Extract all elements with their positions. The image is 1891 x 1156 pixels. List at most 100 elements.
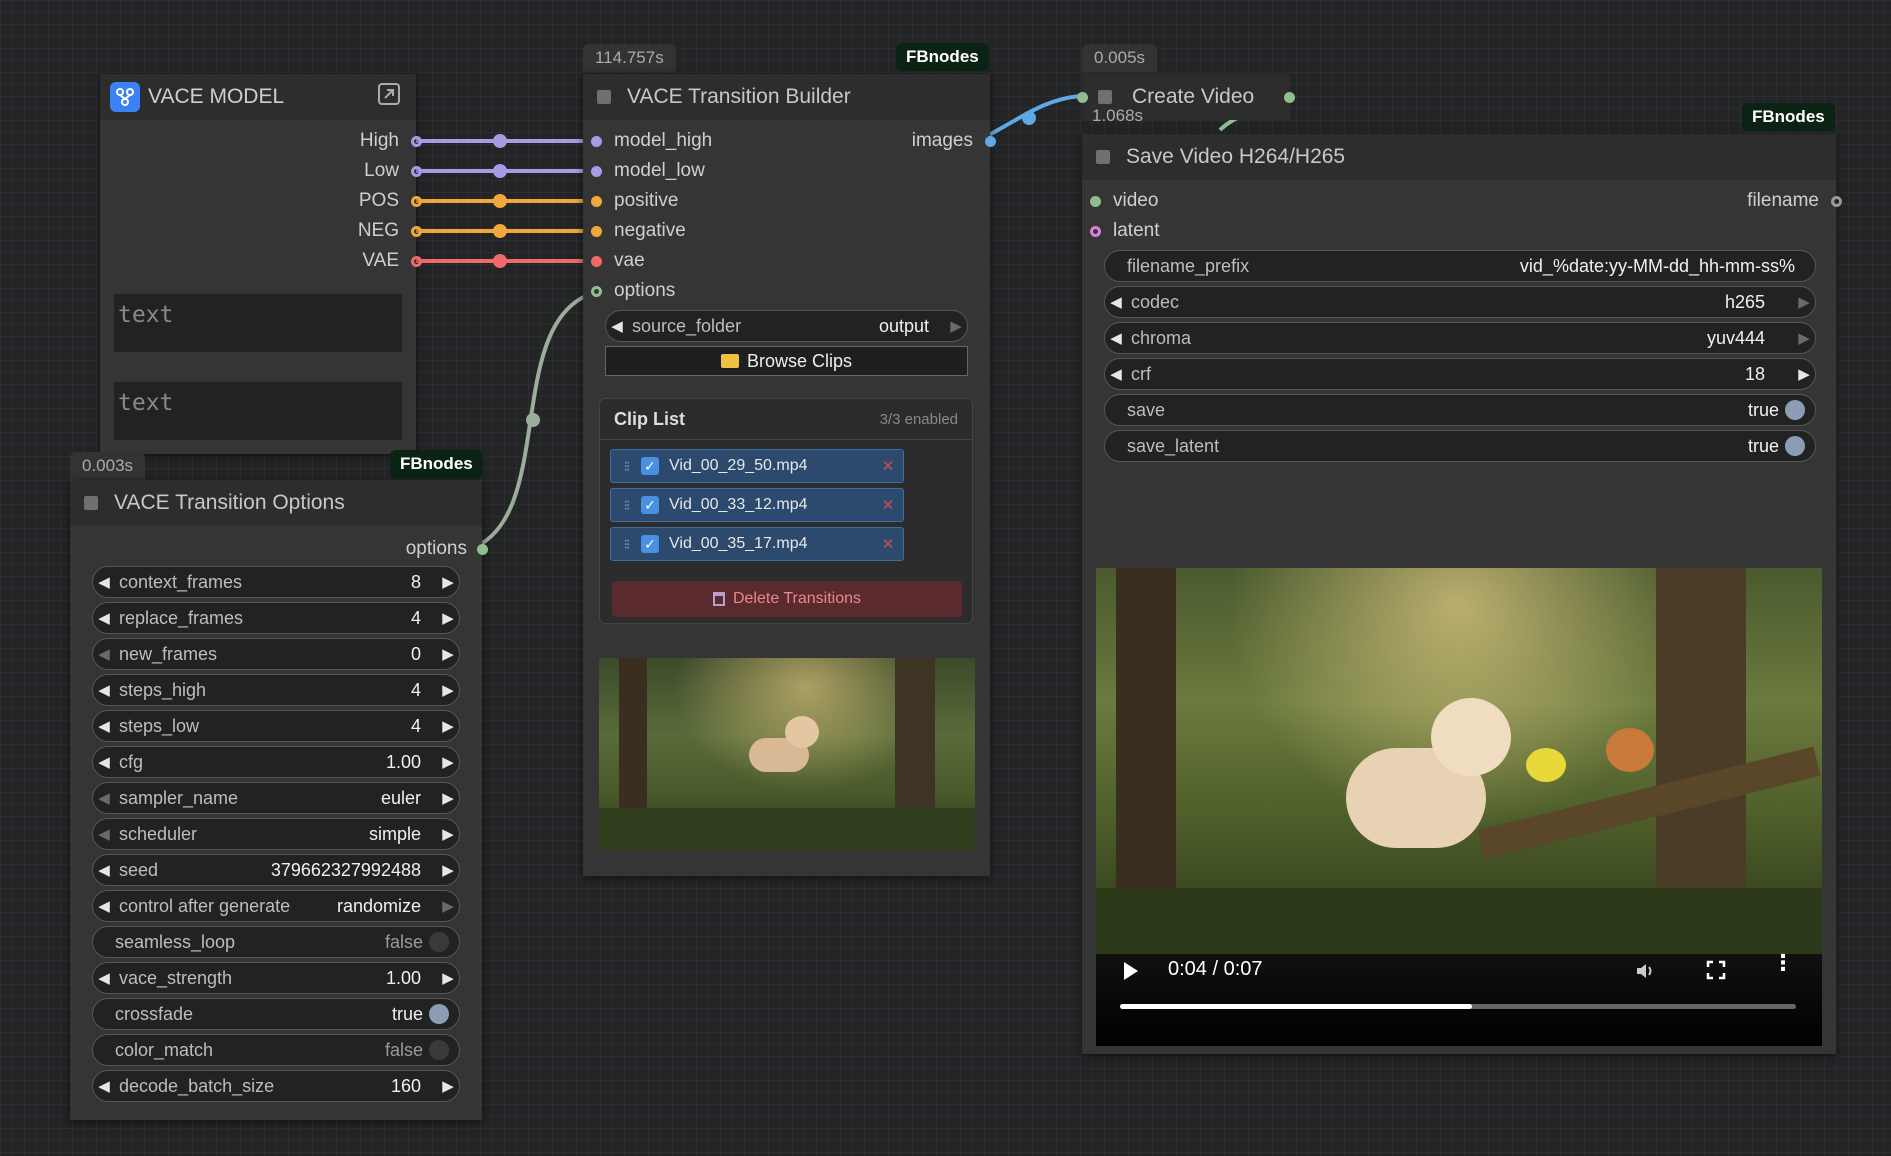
decrement-arrow-icon[interactable]: ◀: [93, 861, 115, 879]
input-latent[interactable]: latent: [1090, 218, 1159, 244]
save-video-title-bar[interactable]: Save Video H264/H265: [1082, 134, 1836, 180]
decrement-arrow-icon[interactable]: ◀: [1105, 365, 1127, 383]
crossfade-toggle[interactable]: crossfade true: [92, 998, 460, 1030]
text-widget-2[interactable]: text: [114, 382, 402, 440]
increment-arrow-icon[interactable]: ▶: [437, 897, 459, 915]
input-options[interactable]: options: [591, 278, 675, 304]
drag-handle-icon[interactable]: ⁝⁝: [611, 497, 641, 514]
input-model-high[interactable]: model_high: [591, 128, 712, 154]
decrement-arrow-icon[interactable]: ◀: [93, 897, 115, 915]
increment-arrow-icon[interactable]: ▶: [437, 861, 459, 879]
vace-model-node[interactable]: VACE MODEL High Low POS NEG VAE text tex…: [100, 74, 422, 454]
input-latent-socket[interactable]: [1090, 225, 1101, 237]
collapse-toggle-icon[interactable]: [597, 90, 611, 104]
decrement-arrow-icon[interactable]: ◀: [93, 609, 115, 627]
clip-item[interactable]: ⁝⁝ ✓ Vid_00_29_50.mp4 ✕: [610, 449, 904, 483]
increment-arrow-icon[interactable]: ▶: [437, 609, 459, 627]
control-after-generate-widget[interactable]: ◀ control after generate randomize ▶: [92, 890, 460, 922]
create-video-output-socket[interactable]: [1284, 91, 1295, 103]
output-filename[interactable]: filename: [1747, 188, 1842, 214]
output-images[interactable]: images: [912, 128, 996, 154]
output-low-socket[interactable]: [411, 165, 422, 177]
increment-arrow-icon[interactable]: ▶: [437, 573, 459, 591]
output-options-socket[interactable]: [477, 543, 488, 555]
output-neg-socket[interactable]: [411, 225, 422, 237]
output-high[interactable]: High: [216, 128, 422, 154]
text-widget-1[interactable]: text: [114, 294, 402, 352]
open-subgraph-icon[interactable]: [376, 81, 402, 113]
toggle-knob-icon[interactable]: [429, 1004, 449, 1024]
output-pos[interactable]: POS: [216, 188, 422, 214]
output-vae[interactable]: VAE: [216, 248, 422, 274]
decrement-arrow-icon[interactable]: ◀: [93, 753, 115, 771]
remove-clip-icon[interactable]: ✕: [873, 457, 903, 475]
increment-arrow-icon[interactable]: ▶: [945, 317, 967, 335]
vace-transition-options-node[interactable]: VACE Transition Options options ◀ contex…: [70, 480, 488, 1120]
collapse-toggle-icon[interactable]: [1098, 90, 1112, 104]
toggle-knob-icon[interactable]: [429, 932, 449, 952]
video-player[interactable]: 0:04 / 0:07 ⋮: [1096, 568, 1822, 1046]
source-folder-combo[interactable]: ◀ source_folder output ▶: [605, 310, 968, 342]
delete-transitions-button[interactable]: Delete Transitions: [612, 581, 962, 617]
output-images-socket[interactable]: [985, 135, 996, 147]
builder-title-bar[interactable]: VACE Transition Builder: [583, 74, 990, 120]
decrement-arrow-icon[interactable]: ◀: [93, 969, 115, 987]
options-title-bar[interactable]: VACE Transition Options: [70, 480, 482, 526]
decrement-arrow-icon[interactable]: ◀: [93, 789, 115, 807]
output-filename-socket[interactable]: [1831, 195, 1842, 207]
chroma-combo[interactable]: ◀ chroma yuv444 ▶: [1104, 322, 1816, 354]
input-options-socket[interactable]: [591, 285, 602, 297]
decrement-arrow-icon[interactable]: ◀: [93, 573, 115, 591]
input-positive[interactable]: positive: [591, 188, 678, 214]
replace-frames-widget[interactable]: ◀ replace_frames 4 ▶: [92, 602, 460, 634]
remove-clip-icon[interactable]: ✕: [873, 496, 903, 514]
sampler-name-widget[interactable]: ◀ sampler_name euler ▶: [92, 782, 460, 814]
create-video-input-socket[interactable]: [1077, 91, 1088, 103]
toggle-knob-icon[interactable]: [1785, 436, 1805, 456]
drag-handle-icon[interactable]: ⁝⁝: [611, 458, 641, 475]
input-model-low-socket[interactable]: [591, 165, 602, 177]
video-progress-track[interactable]: [1120, 1004, 1796, 1009]
save-video-node[interactable]: Save Video H264/H265 video latent filena…: [1082, 134, 1842, 1054]
checkbox-checked-icon[interactable]: ✓: [641, 496, 659, 514]
volume-icon[interactable]: [1634, 960, 1656, 982]
input-video-socket[interactable]: [1090, 195, 1101, 207]
clip-item[interactable]: ⁝⁝ ✓ Vid_00_33_12.mp4 ✕: [610, 488, 904, 522]
decode-batch-size-widget[interactable]: ◀ decode_batch_size 160 ▶: [92, 1070, 460, 1102]
steps-high-widget[interactable]: ◀ steps_high 4 ▶: [92, 674, 460, 706]
input-video[interactable]: video: [1090, 188, 1158, 214]
decrement-arrow-icon[interactable]: ◀: [606, 317, 628, 335]
vace-model-title-bar[interactable]: VACE MODEL: [100, 74, 416, 120]
increment-arrow-icon[interactable]: ▶: [437, 825, 459, 843]
increment-arrow-icon[interactable]: ▶: [437, 969, 459, 987]
decrement-arrow-icon[interactable]: ◀: [93, 1077, 115, 1095]
scheduler-widget[interactable]: ◀ scheduler simple ▶: [92, 818, 460, 850]
increment-arrow-icon[interactable]: ▶: [437, 789, 459, 807]
input-model-high-socket[interactable]: [591, 135, 602, 147]
input-vae[interactable]: vae: [591, 248, 645, 274]
play-button-icon[interactable]: [1124, 962, 1138, 980]
output-options[interactable]: options: [282, 536, 488, 562]
fullscreen-icon[interactable]: [1706, 960, 1726, 980]
increment-arrow-icon[interactable]: ▶: [437, 645, 459, 663]
toggle-knob-icon[interactable]: [1785, 400, 1805, 420]
remove-clip-icon[interactable]: ✕: [873, 535, 903, 553]
increment-arrow-icon[interactable]: ▶: [1793, 365, 1815, 383]
crf-widget[interactable]: ◀ crf 18 ▶: [1104, 358, 1816, 390]
increment-arrow-icon[interactable]: ▶: [1793, 293, 1815, 311]
input-vae-socket[interactable]: [591, 255, 602, 267]
drag-handle-icon[interactable]: ⁝⁝: [611, 536, 641, 553]
save-toggle[interactable]: save true: [1104, 394, 1816, 426]
context-frames-widget[interactable]: ◀ context_frames 8 ▶: [92, 566, 460, 598]
input-model-low[interactable]: model_low: [591, 158, 705, 184]
output-low[interactable]: Low: [216, 158, 422, 184]
output-high-socket[interactable]: [411, 135, 422, 147]
increment-arrow-icon[interactable]: ▶: [1793, 329, 1815, 347]
color-match-toggle[interactable]: color_match false: [92, 1034, 460, 1066]
steps-low-widget[interactable]: ◀ steps_low 4 ▶: [92, 710, 460, 742]
browse-clips-button[interactable]: Browse Clips: [605, 346, 968, 376]
collapse-toggle-icon[interactable]: [84, 496, 98, 510]
input-positive-socket[interactable]: [591, 195, 602, 207]
checkbox-checked-icon[interactable]: ✓: [641, 535, 659, 553]
more-options-icon[interactable]: ⋮: [1772, 952, 1794, 974]
